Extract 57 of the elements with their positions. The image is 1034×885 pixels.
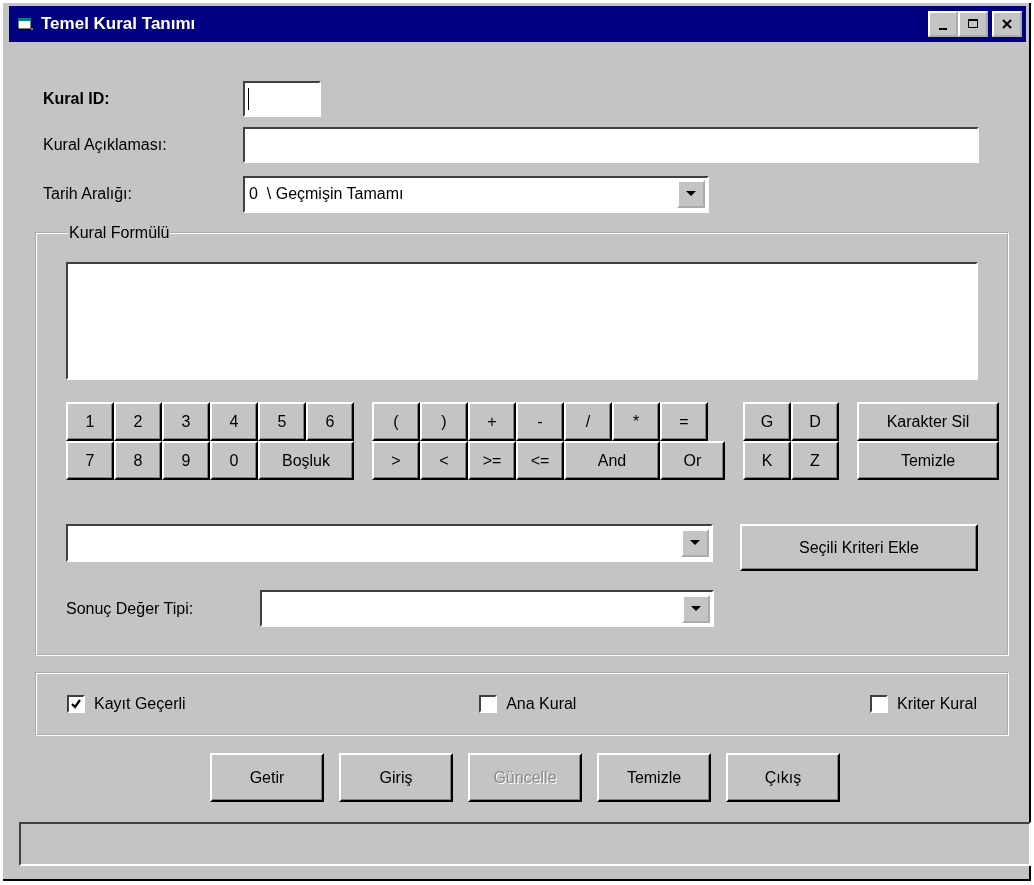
rule-id-field[interactable]: [243, 81, 321, 117]
keypad-key[interactable]: <=: [516, 441, 564, 480]
keypad-key[interactable]: 5: [258, 402, 306, 441]
keypad-key[interactable]: 7: [66, 441, 114, 480]
keypad-key[interactable]: D: [791, 402, 839, 441]
keypad-key[interactable]: Z: [791, 441, 839, 480]
group-title: Kural Formülü: [68, 224, 171, 242]
add-criteria-button[interactable]: Seçili Kriteri Ekle: [740, 524, 978, 571]
checkbox-option[interactable]: Kriter Kural: [869, 695, 977, 713]
keypad-key[interactable]: >=: [468, 441, 516, 480]
keypad-key[interactable]: =: [660, 402, 708, 441]
keypad-key[interactable]: Karakter Sil: [857, 402, 999, 441]
keypad-key[interactable]: 1: [66, 402, 114, 441]
field-label: Sonuç Değer Tipi:: [66, 599, 195, 618]
keypad-key[interactable]: Or: [660, 441, 725, 480]
keypad-key[interactable]: Boşluk: [258, 441, 354, 480]
keypad-key[interactable]: 0: [210, 441, 258, 480]
keypad-key[interactable]: ): [420, 402, 468, 441]
field-label: Kural ID:: [43, 90, 111, 108]
action-button[interactable]: Getir: [210, 753, 324, 802]
keypad-key[interactable]: 3: [162, 402, 210, 441]
keypad-key[interactable]: <: [420, 441, 468, 480]
keypad-key[interactable]: G: [743, 402, 791, 441]
maximize-button[interactable]: [958, 11, 988, 37]
action-button[interactable]: Giriş: [339, 753, 453, 802]
keypad-key[interactable]: (: [372, 402, 420, 441]
maximize-icon: [968, 19, 978, 29]
checkbox-option[interactable]: Kayıt Geçerli: [67, 695, 186, 713]
keypad-key[interactable]: +: [468, 402, 516, 441]
keypad-key[interactable]: K: [743, 441, 791, 480]
action-button[interactable]: Çıkış: [726, 753, 840, 802]
checkmark-icon: [70, 698, 82, 710]
minimize-icon: [939, 28, 947, 30]
field-label: Tarih Aralığı:: [43, 185, 133, 203]
keypad-key[interactable]: 6: [306, 402, 354, 441]
keypad-key[interactable]: /: [564, 402, 612, 441]
keypad-key[interactable]: Temizle: [857, 441, 999, 480]
keypad-key[interactable]: And: [564, 441, 660, 480]
description-field[interactable]: [243, 127, 979, 163]
minimize-button[interactable]: [928, 11, 958, 37]
action-button[interactable]: Temizle: [597, 753, 711, 802]
keypad-key[interactable]: 2: [114, 402, 162, 441]
result-type-dropdown[interactable]: [260, 590, 714, 627]
keypad-key[interactable]: -: [516, 402, 564, 441]
close-icon: [1002, 19, 1012, 29]
window-title: Temel Kural Tanımı: [41, 14, 197, 34]
window-app-icon: [17, 16, 35, 32]
close-button[interactable]: [992, 11, 1022, 37]
keypad-key[interactable]: 8: [114, 441, 162, 480]
keypad-key[interactable]: 4: [210, 402, 258, 441]
date-range-dropdown[interactable]: 0 \ Geçmişin Tamamı: [243, 175, 709, 213]
keypad-key[interactable]: >: [372, 441, 420, 480]
criteria-dropdown[interactable]: [66, 524, 713, 562]
keypad-key[interactable]: *: [612, 402, 660, 441]
checkbox-option[interactable]: Ana Kural: [479, 695, 577, 713]
keypad-key[interactable]: 9: [162, 441, 210, 480]
field-label: Kural Açıklaması:: [43, 136, 168, 154]
